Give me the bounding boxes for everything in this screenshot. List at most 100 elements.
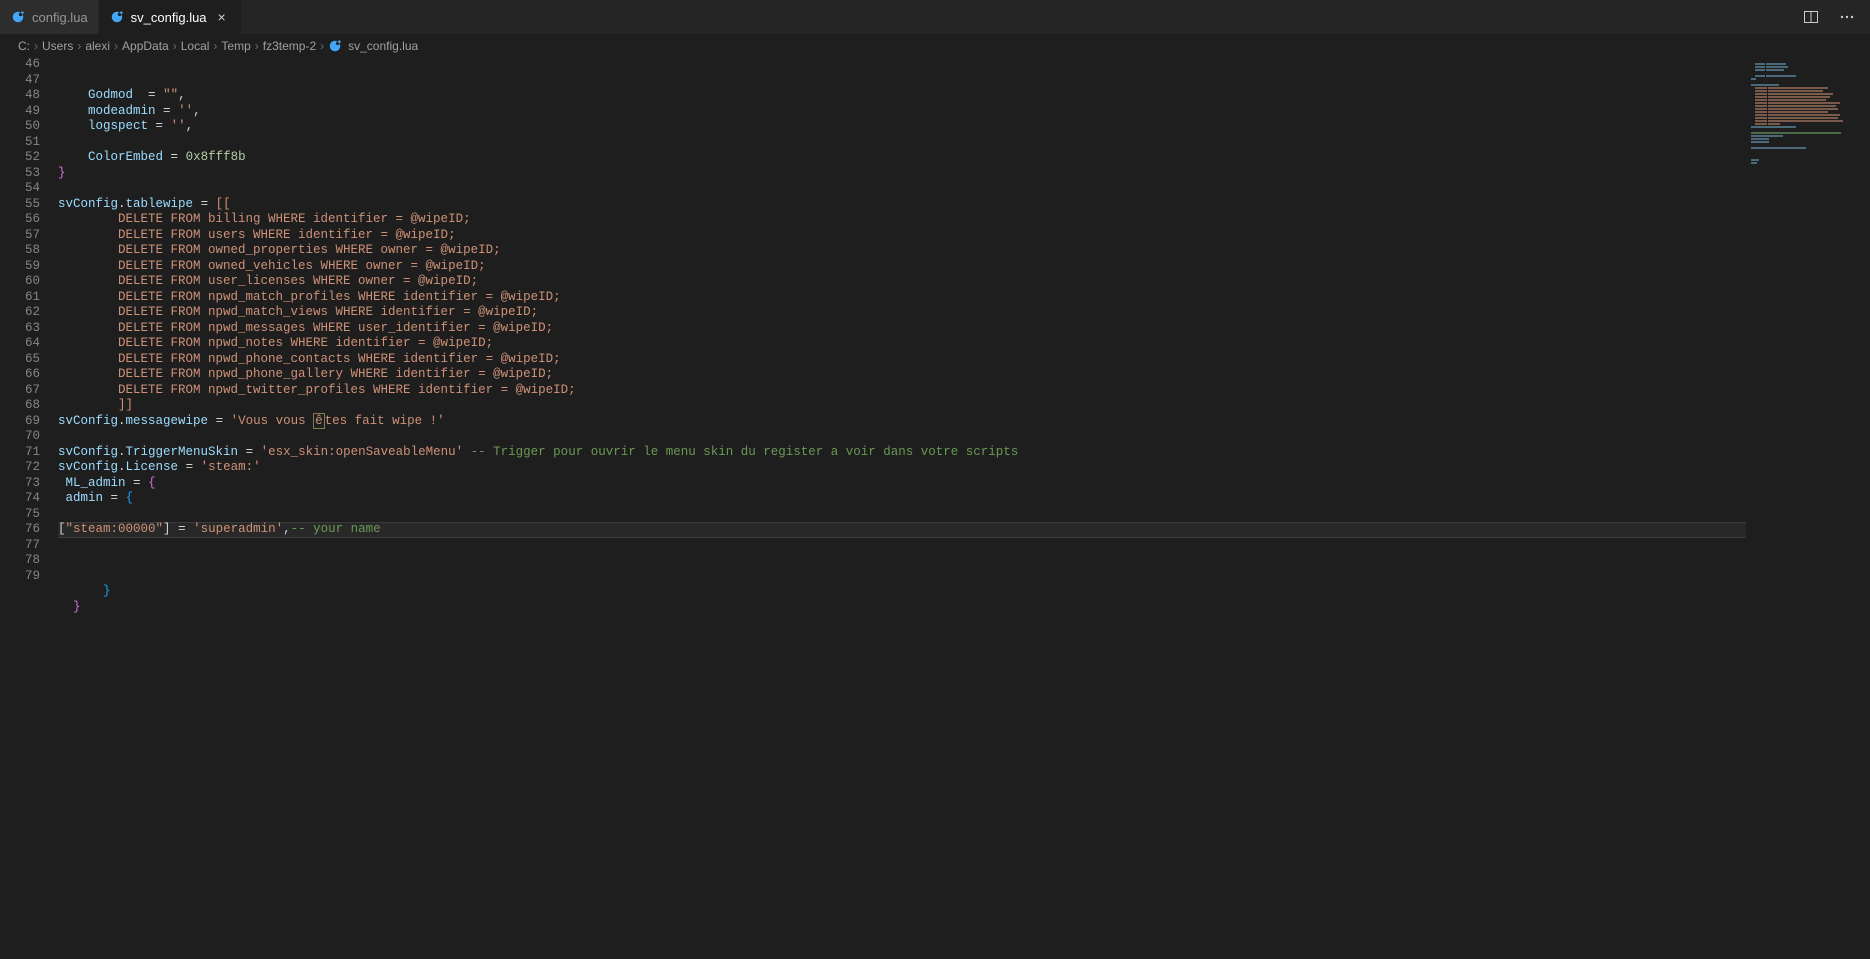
chevron-right-icon: › — [114, 39, 118, 53]
chevron-right-icon: › — [34, 39, 38, 53]
chevron-right-icon: › — [255, 39, 259, 53]
code-line[interactable] — [58, 538, 1746, 554]
line-number[interactable]: 68 — [0, 398, 40, 414]
code-line[interactable]: DELETE FROM owned_vehicles WHERE owner =… — [58, 259, 1746, 275]
chevron-right-icon: › — [77, 39, 81, 53]
code-line[interactable]: DELETE FROM npwd_phone_contacts WHERE id… — [58, 352, 1746, 368]
code-line[interactable] — [58, 507, 1746, 523]
breadcrumb: C:› Users› alexi› AppData› Local› Temp› … — [0, 35, 1870, 57]
line-number[interactable]: 78 — [0, 553, 40, 569]
line-number[interactable]: 55 — [0, 197, 40, 213]
minimap[interactable] — [1746, 57, 1856, 959]
editor-actions — [1800, 6, 1870, 28]
line-number[interactable]: 56 — [0, 212, 40, 228]
line-number[interactable]: 72 — [0, 460, 40, 476]
code-line[interactable] — [58, 135, 1746, 151]
line-number[interactable]: 63 — [0, 321, 40, 337]
code-line[interactable]: ["steam:00000"] = 'superadmin',-- your n… — [58, 522, 1746, 538]
line-number[interactable]: 64 — [0, 336, 40, 352]
code-line[interactable]: DELETE FROM npwd_match_views WHERE ident… — [58, 305, 1746, 321]
code-line[interactable]: ]] — [58, 398, 1746, 414]
line-gutter[interactable]: 4647484950515253545556575859606162636465… — [0, 57, 58, 959]
code-line[interactable] — [58, 181, 1746, 197]
code-line[interactable]: DELETE FROM owned_properties WHERE owner… — [58, 243, 1746, 259]
tab-config[interactable]: config.lua — [0, 0, 99, 34]
code-line[interactable]: svConfig.messagewipe = 'Vous vous êtes f… — [58, 414, 1746, 430]
code-line[interactable]: ColorEmbed = 0x8fff8b — [58, 150, 1746, 166]
line-number[interactable]: 66 — [0, 367, 40, 383]
code-line[interactable]: modeadmin = '', — [58, 104, 1746, 120]
tab-sv-config[interactable]: sv_config.lua × — [99, 0, 242, 34]
code-line[interactable]: svConfig.License = 'steam:' — [58, 460, 1746, 476]
lua-file-icon — [328, 39, 342, 53]
line-number[interactable]: 76 — [0, 522, 40, 538]
code-line[interactable]: DELETE FROM npwd_match_profiles WHERE id… — [58, 290, 1746, 306]
line-number[interactable]: 53 — [0, 166, 40, 182]
breadcrumb-part[interactable]: AppData — [122, 39, 169, 53]
line-number[interactable]: 70 — [0, 429, 40, 445]
code-line[interactable]: svConfig.TriggerMenuSkin = 'esx_skin:ope… — [58, 445, 1746, 461]
line-number[interactable]: 48 — [0, 88, 40, 104]
breadcrumb-part[interactable]: Temp — [221, 39, 250, 53]
code-line[interactable] — [58, 569, 1746, 585]
line-number[interactable]: 47 — [0, 73, 40, 89]
breadcrumb-part[interactable]: Users — [42, 39, 73, 53]
code-line[interactable]: DELETE FROM user_licenses WHERE owner = … — [58, 274, 1746, 290]
close-icon[interactable]: × — [213, 8, 231, 26]
line-number[interactable]: 60 — [0, 274, 40, 290]
code-line[interactable]: } — [58, 600, 1746, 616]
code-line[interactable]: } — [58, 166, 1746, 182]
code-line[interactable]: ML_admin = { — [58, 476, 1746, 492]
line-number[interactable]: 57 — [0, 228, 40, 244]
line-number[interactable]: 79 — [0, 569, 40, 585]
lua-file-icon — [109, 9, 125, 25]
code-line[interactable]: } — [58, 584, 1746, 600]
line-number[interactable]: 77 — [0, 538, 40, 554]
line-number[interactable]: 61 — [0, 290, 40, 306]
code-line[interactable]: DELETE FROM billing WHERE identifier = @… — [58, 212, 1746, 228]
code-line[interactable]: DELETE FROM npwd_notes WHERE identifier … — [58, 336, 1746, 352]
code-line[interactable]: admin = { — [58, 491, 1746, 507]
code-line[interactable]: svConfig.tablewipe = [[ — [58, 197, 1746, 213]
line-number[interactable]: 73 — [0, 476, 40, 492]
code-line[interactable]: Godmod = "", — [58, 88, 1746, 104]
code-line[interactable]: DELETE FROM npwd_twitter_profiles WHERE … — [58, 383, 1746, 399]
scrollbar[interactable] — [1856, 57, 1870, 959]
code-line[interactable]: logspect = '', — [58, 119, 1746, 135]
line-number[interactable]: 69 — [0, 414, 40, 430]
chevron-right-icon: › — [213, 39, 217, 53]
more-icon[interactable] — [1836, 6, 1858, 28]
code-area[interactable]: Godmod = "", modeadmin = '', logspect = … — [58, 57, 1746, 959]
breadcrumb-file[interactable]: sv_config.lua — [348, 39, 418, 53]
line-number[interactable]: 59 — [0, 259, 40, 275]
line-number[interactable]: 71 — [0, 445, 40, 461]
line-number[interactable]: 51 — [0, 135, 40, 151]
tab-label: sv_config.lua — [131, 10, 207, 25]
line-number[interactable]: 75 — [0, 507, 40, 523]
line-number[interactable]: 74 — [0, 491, 40, 507]
breadcrumb-part[interactable]: C: — [18, 39, 30, 53]
breadcrumb-part[interactable]: Local — [181, 39, 210, 53]
line-number[interactable]: 67 — [0, 383, 40, 399]
line-number[interactable]: 52 — [0, 150, 40, 166]
tabs-container: config.lua sv_config.lua × — [0, 0, 242, 34]
code-line[interactable]: DELETE FROM npwd_phone_gallery WHERE ide… — [58, 367, 1746, 383]
code-line[interactable] — [58, 429, 1746, 445]
code-line[interactable]: DELETE FROM users WHERE identifier = @wi… — [58, 228, 1746, 244]
code-line[interactable]: DELETE FROM npwd_messages WHERE user_ide… — [58, 321, 1746, 337]
line-number[interactable]: 54 — [0, 181, 40, 197]
split-editor-icon[interactable] — [1800, 6, 1822, 28]
line-number[interactable]: 65 — [0, 352, 40, 368]
chevron-right-icon: › — [173, 39, 177, 53]
line-number[interactable]: 50 — [0, 119, 40, 135]
line-number[interactable]: 58 — [0, 243, 40, 259]
code-line[interactable] — [58, 553, 1746, 569]
chevron-right-icon: › — [320, 39, 324, 53]
line-number[interactable]: 46 — [0, 57, 40, 73]
line-number[interactable]: 62 — [0, 305, 40, 321]
breadcrumb-part[interactable]: alexi — [85, 39, 110, 53]
breadcrumb-part[interactable]: fz3temp-2 — [263, 39, 316, 53]
tab-label: config.lua — [32, 10, 88, 25]
line-number[interactable]: 49 — [0, 104, 40, 120]
editor: 4647484950515253545556575859606162636465… — [0, 57, 1870, 959]
